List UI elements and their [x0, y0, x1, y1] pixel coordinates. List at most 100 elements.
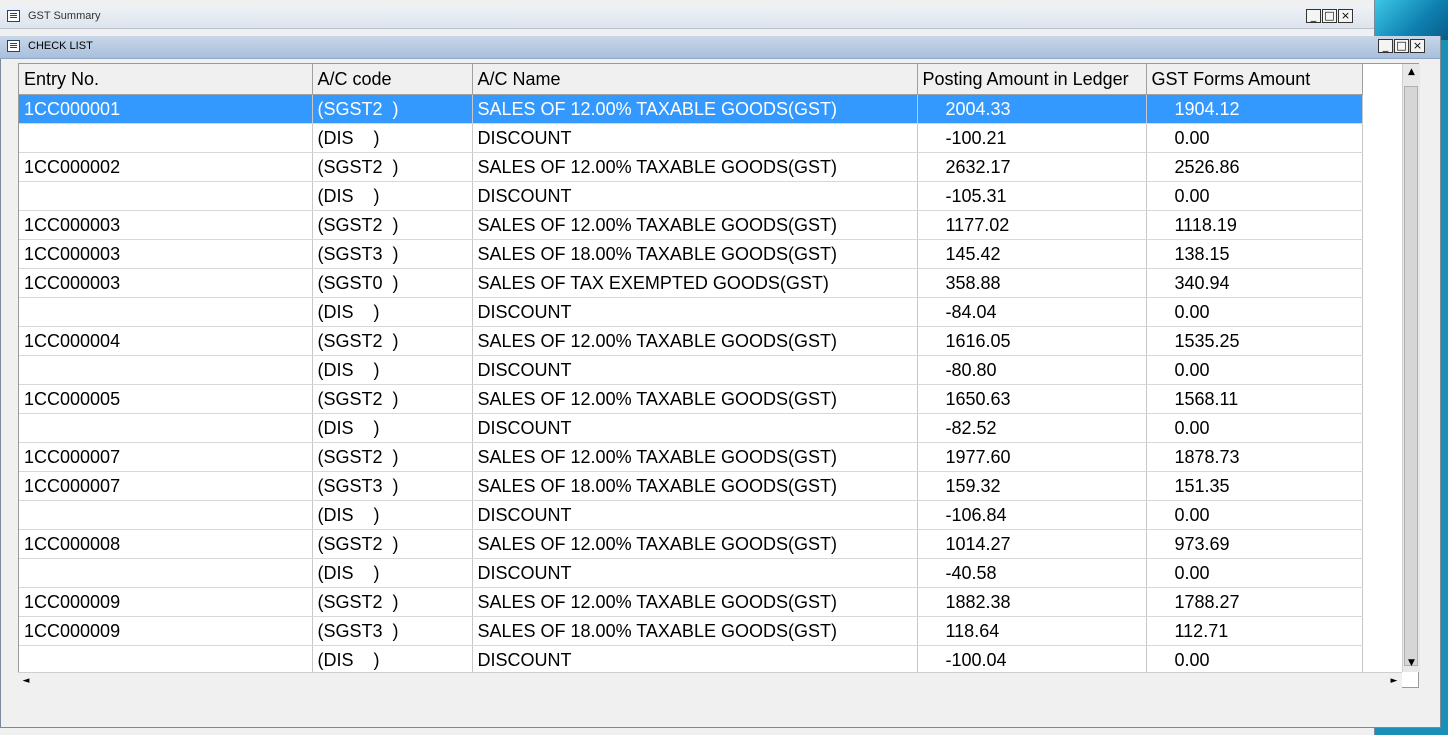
entry-no-cell: 1CC000007: [19, 471, 313, 501]
window-menu-icon[interactable]: [7, 10, 20, 22]
table-row[interactable]: 1CC000003 (SGST0 ) SALES OF TAX EXEMPTED G…: [19, 268, 1363, 298]
entry-no-cell: [19, 500, 313, 530]
posting-amount-cell: -100.04: [917, 645, 1147, 675]
entry-no-cell: 1CC000003: [19, 239, 313, 269]
gst-forms-amount-cell: 0.00: [1146, 355, 1363, 385]
entry-no-cell: [19, 181, 313, 211]
scroll-down-icon[interactable]: ▼: [1403, 655, 1420, 672]
ac-name-cell: DISCOUNT: [472, 500, 918, 530]
table-row[interactable]: (DIS ) DISCOUNT -82.52 0.00: [19, 413, 1363, 443]
inner-titlebar[interactable]: CHECK LIST _ □ ×: [0, 36, 1440, 59]
table-row[interactable]: 1CC000004 (SGST2 ) SALES OF 12.00% TAXABLE…: [19, 326, 1363, 356]
table-row[interactable]: 1CC000007 (SGST2 ) SALES OF 12.00% TAXABLE…: [19, 442, 1363, 472]
ac-name-cell: DISCOUNT: [472, 355, 918, 385]
ac-name-cell: SALES OF 12.00% TAXABLE GOODS(GST): [472, 94, 918, 124]
ac-code-cell: (DIS ): [312, 123, 473, 153]
table-row[interactable]: 1CC000002 (SGST2 ) SALES OF 12.00% TAXABLE…: [19, 152, 1363, 182]
entry-no-cell: 1CC000009: [19, 616, 313, 646]
outer-window-title: GST Summary: [28, 10, 101, 22]
table-row[interactable]: (DIS ) DISCOUNT -100.21 0.00: [19, 123, 1363, 153]
ac-code-cell: (SGST2 ): [312, 442, 473, 472]
ac-code-cell: (SGST3 ): [312, 616, 473, 646]
ac-name-cell: DISCOUNT: [472, 181, 918, 211]
horizontal-scrollbar[interactable]: ◄ ►: [18, 672, 1402, 689]
gst-forms-amount-cell: 0.00: [1146, 413, 1363, 443]
table-row[interactable]: 1CC000009 (SGST3 ) SALES OF 18.00% TAXABLE…: [19, 616, 1363, 646]
ac-code-cell: (SGST2 ): [312, 326, 473, 356]
posting-amount-cell: 159.32: [917, 471, 1147, 501]
ac-name-cell: SALES OF 12.00% TAXABLE GOODS(GST): [472, 210, 918, 240]
maximize-button[interactable]: □: [1322, 9, 1337, 23]
entry-no-cell: 1CC000007: [19, 442, 313, 472]
posting-amount-cell: -84.04: [917, 297, 1147, 327]
entry-no-cell: 1CC000003: [19, 210, 313, 240]
desktop-background: [1374, 0, 1448, 40]
scroll-right-icon[interactable]: ►: [1386, 673, 1402, 689]
ac-code-cell: (DIS ): [312, 500, 473, 530]
table-row[interactable]: 1CC000005 (SGST2 ) SALES OF 12.00% TAXABLE…: [19, 384, 1363, 414]
column-header-posting-amount[interactable]: Posting Amount in Ledger: [917, 64, 1147, 95]
column-header-gst-forms-amount[interactable]: GST Forms Amount: [1146, 64, 1363, 95]
table-row[interactable]: (DIS ) DISCOUNT -80.80 0.00: [19, 355, 1363, 385]
posting-amount-cell: 358.88: [917, 268, 1147, 298]
ac-code-cell: (SGST0 ): [312, 268, 473, 298]
table-row[interactable]: 1CC000003 (SGST3 ) SALES OF 18.00% TAXABLE…: [19, 239, 1363, 269]
column-header-ac-name[interactable]: A/C Name: [472, 64, 918, 95]
column-header-entry-no[interactable]: Entry No.: [19, 64, 313, 95]
close-button[interactable]: ×: [1410, 39, 1425, 53]
gst-forms-amount-cell: 1535.25: [1146, 326, 1363, 356]
table-row[interactable]: (DIS ) DISCOUNT -106.84 0.00: [19, 500, 1363, 530]
column-header-ac-code[interactable]: A/C code: [312, 64, 473, 95]
window-menu-icon[interactable]: [7, 40, 20, 52]
vertical-scrollbar[interactable]: ▲ ▼: [1402, 64, 1420, 672]
ac-code-cell: (SGST3 ): [312, 471, 473, 501]
minimize-button[interactable]: _: [1378, 39, 1393, 53]
table-row[interactable]: 1CC000009 (SGST2 ) SALES OF 12.00% TAXABLE…: [19, 587, 1363, 617]
scroll-up-icon[interactable]: ▲: [1403, 64, 1420, 81]
gst-forms-amount-cell: 0.00: [1146, 297, 1363, 327]
posting-amount-cell: 1014.27: [917, 529, 1147, 559]
ac-code-cell: (DIS ): [312, 413, 473, 443]
outer-titlebar[interactable]: GST Summary _ □ ×: [0, 6, 1374, 29]
ac-name-cell: SALES OF 12.00% TAXABLE GOODS(GST): [472, 384, 918, 414]
gst-forms-amount-cell: 0.00: [1146, 181, 1363, 211]
posting-amount-cell: -106.84: [917, 500, 1147, 530]
table-row[interactable]: 1CC000003 (SGST2 ) SALES OF 12.00% TAXABLE…: [19, 210, 1363, 240]
ac-code-cell: (SGST3 ): [312, 239, 473, 269]
table-row[interactable]: (DIS ) DISCOUNT -100.04 0.00: [19, 645, 1363, 675]
ac-code-cell: (DIS ): [312, 558, 473, 588]
posting-amount-cell: 118.64: [917, 616, 1147, 646]
minimize-button[interactable]: _: [1306, 9, 1321, 23]
gst-forms-amount-cell: 0.00: [1146, 645, 1363, 675]
table-row[interactable]: 1CC000001 (SGST2 ) SALES OF 12.00% TAXABLE…: [19, 94, 1363, 124]
posting-amount-cell: -80.80: [917, 355, 1147, 385]
table-row[interactable]: 1CC000008 (SGST2 ) SALES OF 12.00% TAXABLE…: [19, 529, 1363, 559]
table-row[interactable]: 1CC000007 (SGST3 ) SALES OF 18.00% TAXABLE…: [19, 471, 1363, 501]
posting-amount-cell: 1177.02: [917, 210, 1147, 240]
posting-amount-cell: 2632.17: [917, 152, 1147, 182]
table-row[interactable]: (DIS ) DISCOUNT -105.31 0.00: [19, 181, 1363, 211]
ac-code-cell: (DIS ): [312, 645, 473, 675]
table-row[interactable]: (DIS ) DISCOUNT -40.58 0.00: [19, 558, 1363, 588]
ac-code-cell: (SGST2 ): [312, 210, 473, 240]
ac-name-cell: SALES OF 18.00% TAXABLE GOODS(GST): [472, 239, 918, 269]
ac-name-cell: DISCOUNT: [472, 645, 918, 675]
outer-window-controls: _ □ ×: [1306, 9, 1353, 23]
gst-forms-amount-cell: 1878.73: [1146, 442, 1363, 472]
check-list-grid[interactable]: Entry No. A/C code A/C Name Posting Amou…: [18, 63, 1419, 688]
close-button[interactable]: ×: [1338, 9, 1353, 23]
scroll-left-icon[interactable]: ◄: [18, 673, 34, 689]
scroll-thumb[interactable]: [1404, 86, 1418, 666]
maximize-button[interactable]: □: [1394, 39, 1409, 53]
ac-name-cell: SALES OF 18.00% TAXABLE GOODS(GST): [472, 616, 918, 646]
posting-amount-cell: 145.42: [917, 239, 1147, 269]
ac-code-cell: (SGST2 ): [312, 529, 473, 559]
ac-name-cell: DISCOUNT: [472, 123, 918, 153]
table-row[interactable]: (DIS ) DISCOUNT -84.04 0.00: [19, 297, 1363, 327]
entry-no-cell: [19, 297, 313, 327]
entry-no-cell: [19, 645, 313, 675]
gst-forms-amount-cell: 1568.11: [1146, 384, 1363, 414]
ac-name-cell: SALES OF 12.00% TAXABLE GOODS(GST): [472, 152, 918, 182]
ac-name-cell: SALES OF 12.00% TAXABLE GOODS(GST): [472, 326, 918, 356]
ac-code-cell: (SGST2 ): [312, 152, 473, 182]
